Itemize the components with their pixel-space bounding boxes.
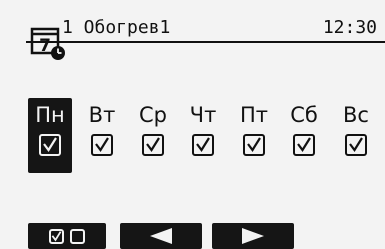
day-monday[interactable]: Пн	[28, 98, 72, 173]
day-sunday[interactable]: Вс	[334, 98, 378, 173]
day-label: Чт	[189, 103, 217, 127]
checkbox-checked-icon[interactable]	[142, 134, 164, 156]
day-saturday[interactable]: Сб	[282, 98, 326, 173]
arrow-left-icon	[150, 228, 172, 244]
checkbox-checked-icon[interactable]	[192, 134, 214, 156]
previous-button[interactable]	[120, 223, 202, 249]
next-button[interactable]	[212, 223, 294, 249]
day-label: Ср	[139, 103, 167, 127]
heating-schedule-screen: 7 1 Обогрев1 12:30 Пн Вт Ср Чт Пт Сб Вс	[0, 0, 385, 249]
check-toggle-button[interactable]	[28, 223, 106, 249]
checkbox-checked-icon[interactable]	[243, 134, 265, 156]
clock-time: 12:30	[322, 17, 377, 38]
arrow-right-icon	[242, 228, 264, 244]
day-tuesday[interactable]: Вт	[80, 98, 124, 173]
checkbox-checked-icon[interactable]	[345, 134, 367, 156]
day-thursday[interactable]: Чт	[181, 98, 225, 173]
calendar-number: 7	[39, 36, 51, 56]
checkbox-checked-icon	[49, 228, 64, 244]
checkbox-checked-icon[interactable]	[39, 134, 61, 156]
weekday-selector: Пн Вт Ср Чт Пт Сб Вс	[28, 98, 378, 174]
day-friday[interactable]: Пт	[232, 98, 276, 173]
header-divider	[26, 41, 385, 43]
checkbox-checked-icon[interactable]	[91, 134, 113, 156]
checkbox-checked-icon[interactable]	[293, 134, 315, 156]
day-label: Вт	[88, 103, 116, 127]
day-label: Пт	[239, 103, 269, 127]
schedule-title: 1 Обогрев1	[62, 17, 171, 38]
day-wednesday[interactable]: Ср	[131, 98, 175, 173]
day-label: Сб	[290, 103, 318, 127]
day-label: Пн	[35, 103, 65, 127]
checkbox-empty-icon	[70, 228, 85, 244]
day-label: Вс	[343, 103, 369, 127]
